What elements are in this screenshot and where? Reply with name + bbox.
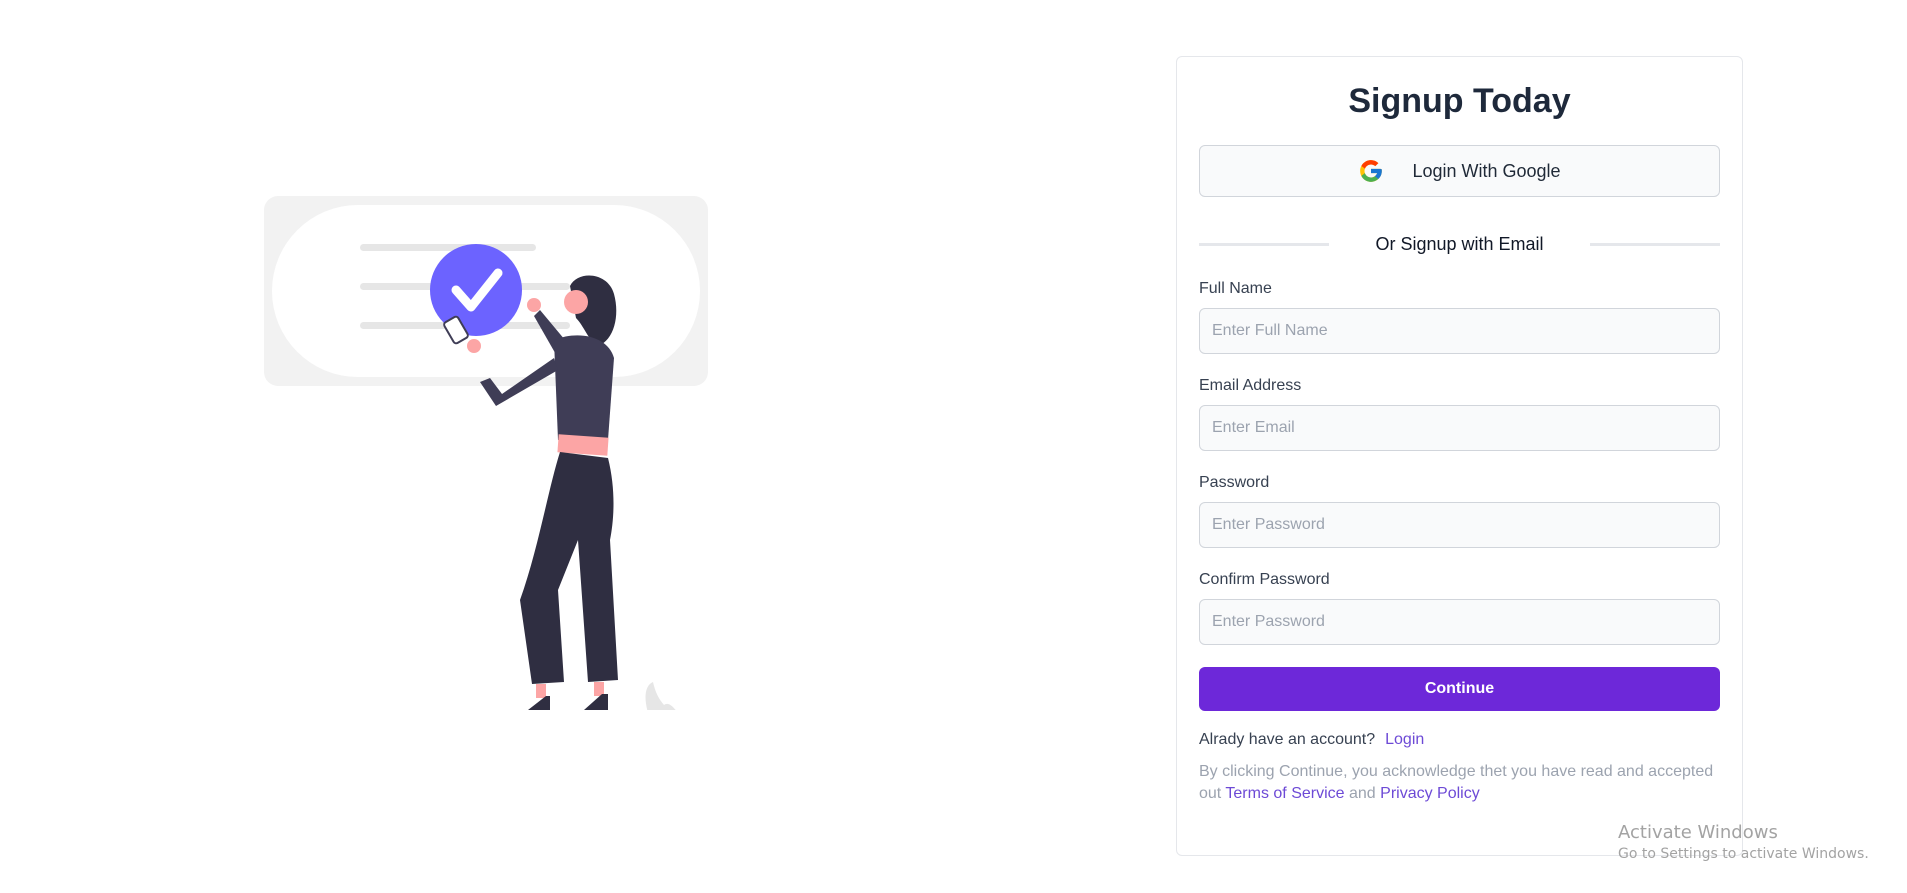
email-input[interactable] <box>1199 405 1720 451</box>
password-field-group: Password <box>1199 473 1720 548</box>
email-field-group: Email Address <box>1199 376 1720 451</box>
google-login-label: Login With Google <box>1412 160 1561 181</box>
divider-line-right <box>1589 242 1720 246</box>
signup-illustration <box>258 190 710 714</box>
legal-text: By clicking Continue, you acknowledge th… <box>1199 761 1720 805</box>
terms-of-service-link[interactable]: Terms of Service <box>1225 785 1344 802</box>
login-link[interactable]: Login <box>1385 731 1424 748</box>
confirm-password-field-group: Confirm Password <box>1199 570 1720 645</box>
login-prompt: Alrady have an account? <box>1199 731 1376 748</box>
email-label: Email Address <box>1199 377 1302 394</box>
google-login-button[interactable]: Login With Google <box>1199 145 1720 197</box>
divider-text: Or Signup with Email <box>1375 233 1544 254</box>
signup-page: Signup Today Login With Google Or Signup… <box>0 0 1907 893</box>
confirm-password-label: Confirm Password <box>1199 571 1330 588</box>
password-label: Password <box>1199 474 1270 491</box>
watermark-subtitle: Go to Settings to activate Windows. <box>1618 846 1869 862</box>
google-icon <box>1358 158 1384 184</box>
full-name-label: Full Name <box>1199 280 1272 297</box>
woman-checkmark-illustration <box>264 196 710 714</box>
page-title: Signup Today <box>1348 82 1571 120</box>
confirm-password-input[interactable] <box>1199 599 1720 645</box>
privacy-policy-link[interactable]: Privacy Policy <box>1380 785 1480 802</box>
windows-activation-watermark: Activate Windows Go to Settings to activ… <box>1618 822 1869 864</box>
full-name-field-group: Full Name <box>1199 279 1720 354</box>
watermark-title: Activate Windows <box>1618 822 1778 843</box>
password-input[interactable] <box>1199 502 1720 548</box>
legal-and: and <box>1349 785 1376 802</box>
email-divider: Or Signup with Email <box>1199 231 1720 257</box>
checkmark-badge-icon <box>430 244 522 336</box>
divider-line-left <box>1199 242 1329 246</box>
continue-button[interactable]: Continue <box>1199 667 1720 711</box>
login-row: Alrady have an account? Login <box>1199 729 1720 751</box>
full-name-input[interactable] <box>1199 308 1720 354</box>
signup-card: Signup Today Login With Google Or Signup… <box>1176 56 1743 856</box>
